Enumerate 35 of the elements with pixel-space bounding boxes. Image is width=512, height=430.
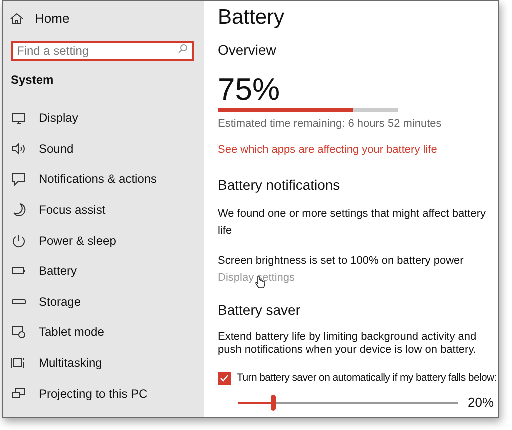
nav-item[interactable]: Tablet mode xyxy=(3,317,112,348)
nav-item[interactable]: Storage xyxy=(3,286,90,318)
notifications-icon xyxy=(11,171,27,188)
section-heading: Battery saver xyxy=(218,301,300,320)
slider-thumb[interactable] xyxy=(271,394,276,410)
section-heading: Battery notifications xyxy=(218,176,340,195)
nav-item[interactable]: Notifications & actions xyxy=(3,164,166,195)
slider-value: 20% xyxy=(468,394,494,412)
battery-percentage: 75% xyxy=(218,73,280,107)
nav-item[interactable]: Power & sleep xyxy=(3,225,124,256)
apps-link[interactable]: See which apps are affecting your battery life xyxy=(218,142,438,158)
tablet-icon xyxy=(11,324,27,340)
power-icon xyxy=(11,232,27,249)
time-remaining: Estimated time remaining: 6 hours 52 minutes xyxy=(218,117,442,132)
nav-item[interactable]: Projecting to this PC xyxy=(3,378,156,409)
notification-message: We found one or more settings that might affect battery life xyxy=(218,207,488,238)
battery-saver-description: Extend battery life by limiting background activity and push notifications when your device is low on battery. xyxy=(218,331,478,357)
brightness-notice: Screen brightness is set to 100% on battery power xyxy=(218,254,464,269)
checkbox[interactable] xyxy=(218,372,231,386)
nav-item[interactable]: Focus assist xyxy=(3,194,114,226)
nav-item[interactable]: Display xyxy=(3,103,86,134)
nav-item[interactable]: Multitasking xyxy=(3,348,110,378)
moon-icon xyxy=(11,202,27,218)
nav-item[interactable]: Battery xyxy=(3,256,86,287)
home-link[interactable]: Home xyxy=(9,10,70,28)
search-icon xyxy=(178,44,188,54)
home-icon xyxy=(9,11,25,27)
nav-item[interactable]: Sound xyxy=(3,134,82,164)
checkbox-label: Turn battery saver on automatically if my battery falls below: xyxy=(237,371,497,386)
search-field[interactable]: Find a setting xyxy=(11,41,194,61)
sound-icon xyxy=(11,140,27,157)
section-heading: Overview xyxy=(218,41,276,60)
slider[interactable] xyxy=(238,394,458,410)
section-heading: System xyxy=(11,72,54,89)
page-title: Battery xyxy=(218,5,285,31)
